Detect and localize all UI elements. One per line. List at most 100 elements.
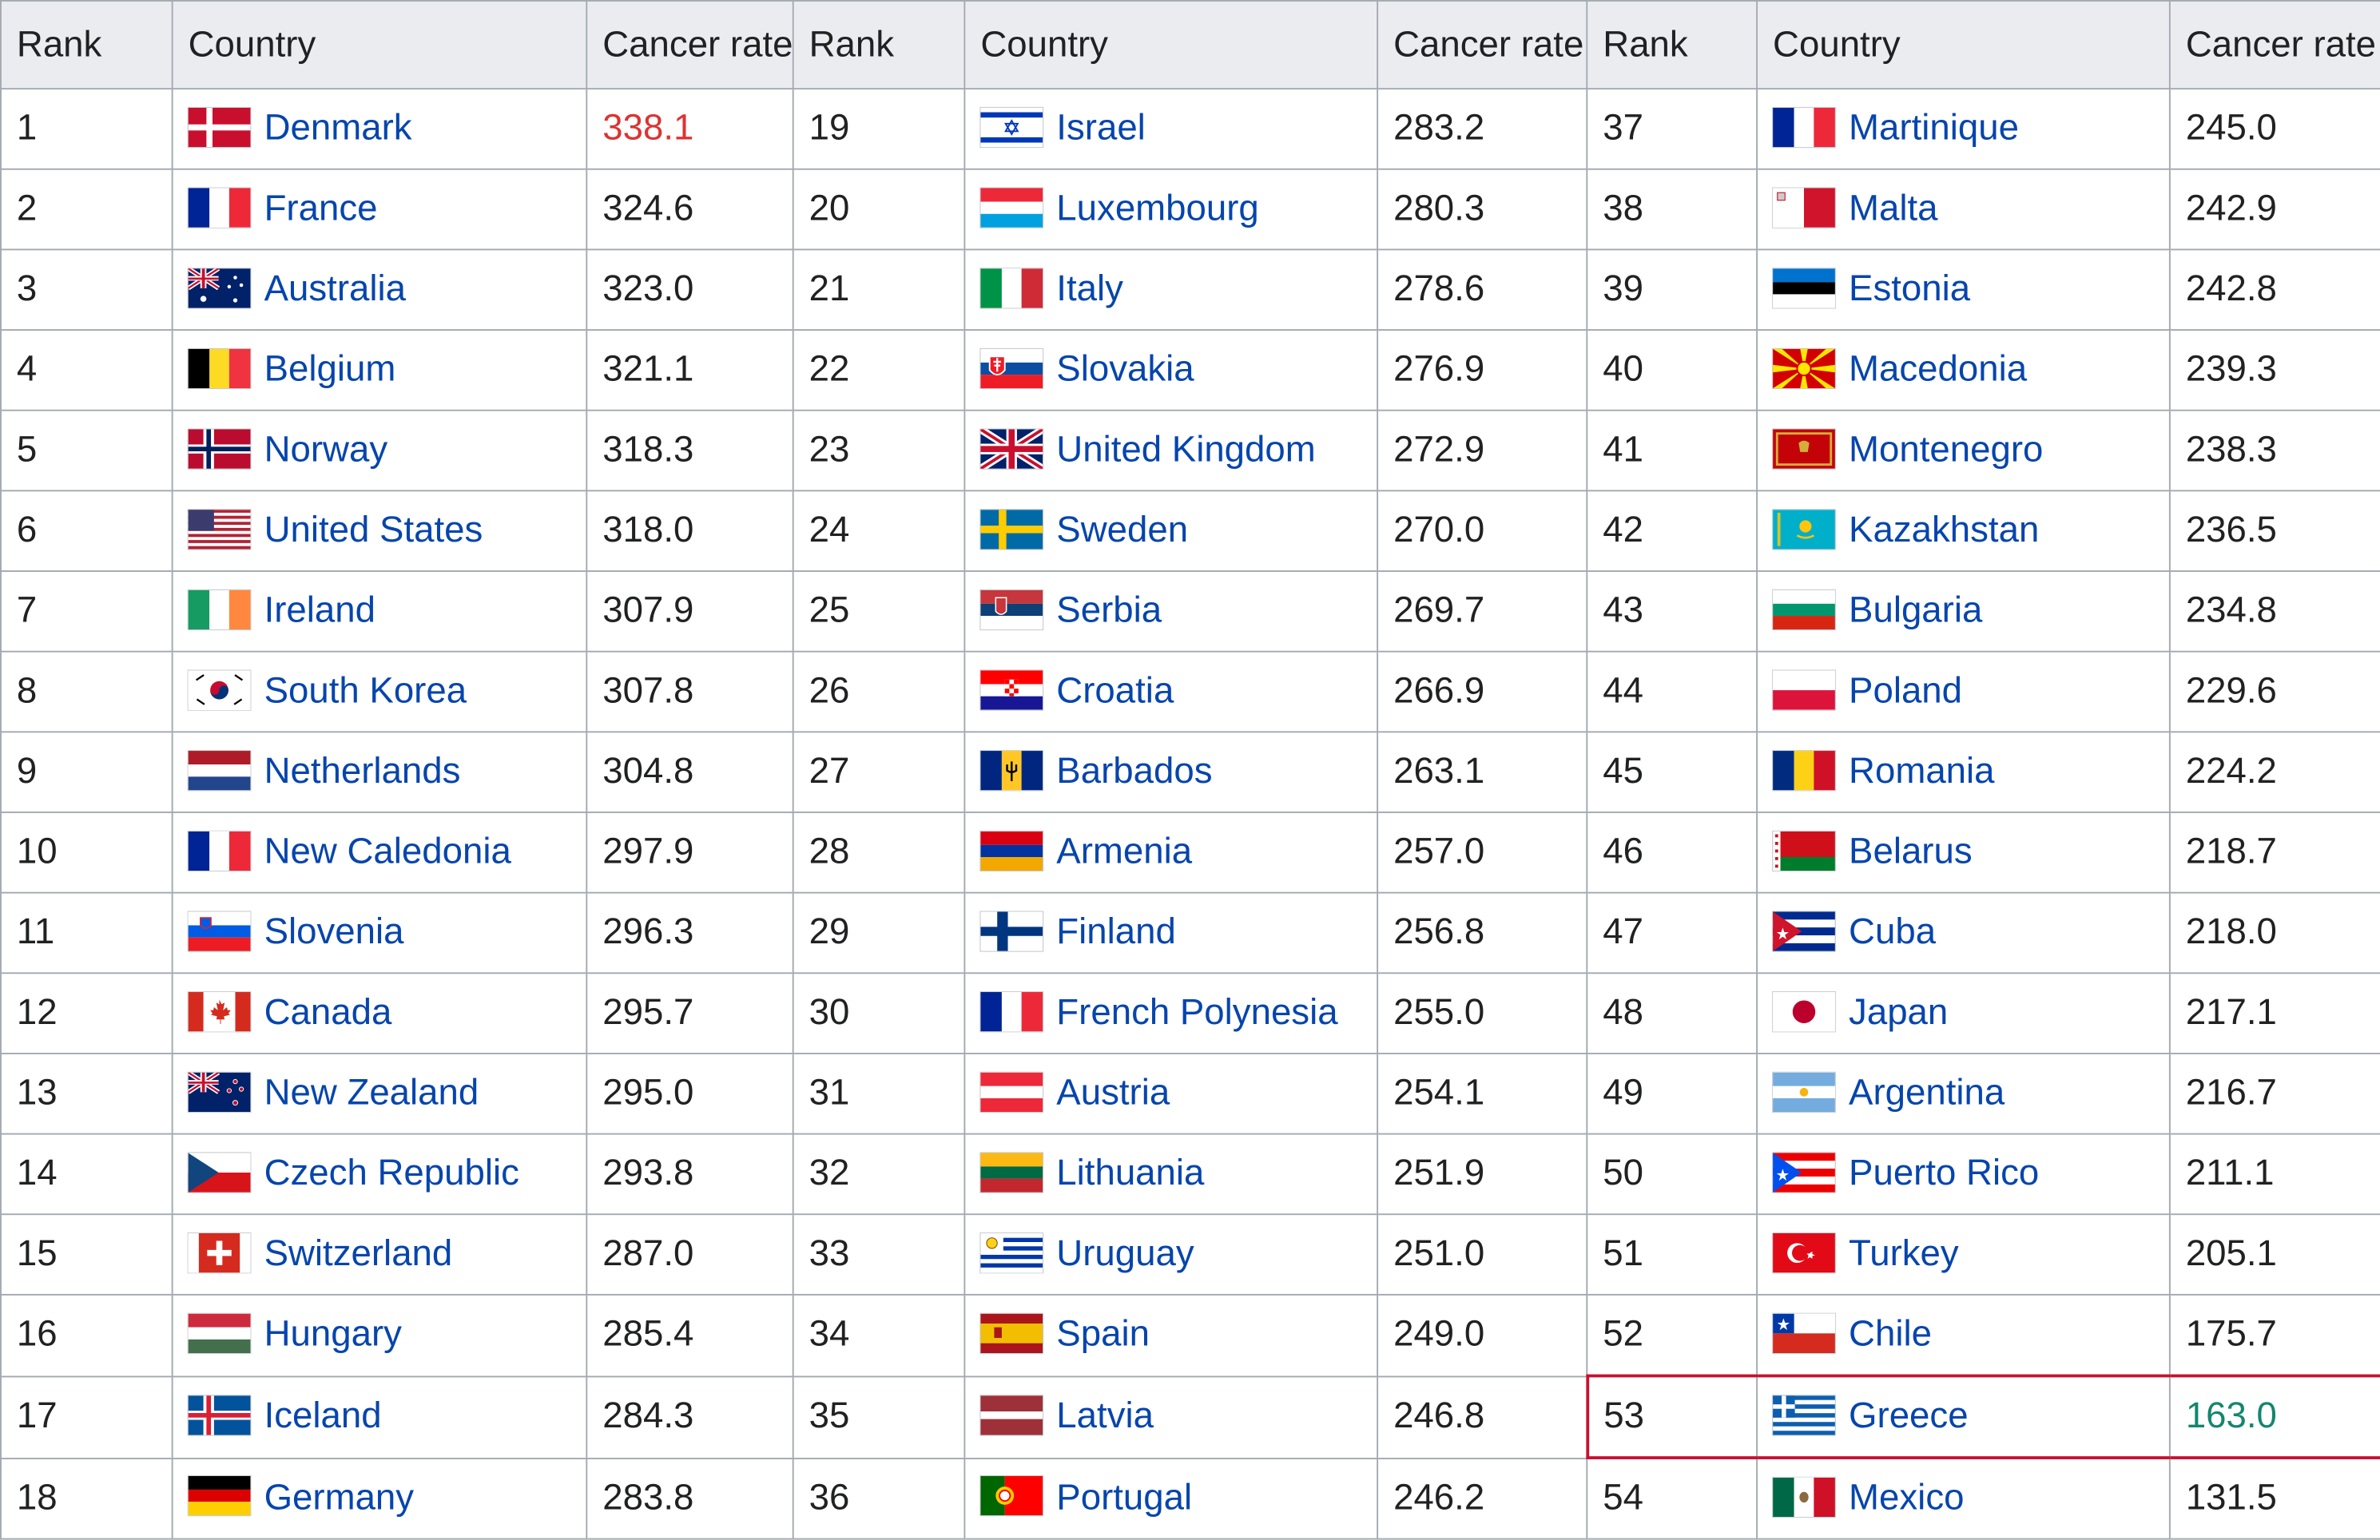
country-link[interactable]: Turkey (1849, 1233, 1959, 1274)
country-link[interactable]: Luxembourg (1056, 188, 1258, 228)
country-link[interactable]: Romania (1849, 751, 1994, 792)
iceland-flag-icon (188, 1395, 251, 1435)
rank-cell: 10 (0, 812, 173, 894)
country-link[interactable]: New Zealand (264, 1073, 479, 1113)
country-cell: Finland (964, 891, 1379, 974)
table-row: 16 Hungary 285.4 34 Spain 249.0 52 Chile 175.7 (0, 1293, 2380, 1377)
country-header[interactable]: Country (171, 0, 588, 90)
country-link[interactable]: Ireland (264, 590, 375, 631)
country-link[interactable]: Latvia (1056, 1395, 1154, 1436)
country-link[interactable]: Montenegro (1849, 429, 2043, 470)
country-link[interactable]: Armenia (1056, 832, 1192, 872)
rank-cell: 39 (1586, 248, 1758, 331)
country-link[interactable]: Switzerland (264, 1233, 453, 1274)
country-link[interactable]: Germany (264, 1477, 415, 1518)
germany-flag-icon (188, 1476, 251, 1516)
cancer-rate-cell: 278.6 (1377, 248, 1588, 331)
country-link[interactable]: United Kingdom (1056, 429, 1315, 470)
country-link[interactable]: Austria (1056, 1073, 1170, 1113)
country-header[interactable]: Country (964, 0, 1379, 90)
rank-header[interactable]: Rank (1586, 0, 1758, 90)
country-link[interactable]: Barbados (1056, 751, 1212, 792)
country-link[interactable]: Slovakia (1056, 349, 1194, 390)
table-row: 15 Switzerland 287.0 33 Uruguay 251.0 51 Turkey… (0, 1213, 2380, 1296)
country-cell: New Zealand (171, 1052, 588, 1135)
france-flag-icon (188, 187, 251, 228)
country-link[interactable]: Finland (1056, 911, 1176, 952)
country-link[interactable]: Portugal (1056, 1477, 1192, 1518)
cancer-rate-header[interactable]: Cancer rate (1377, 0, 1588, 90)
rank-cell: 5 (0, 409, 173, 492)
country-link[interactable]: Spain (1056, 1314, 1150, 1355)
country-link[interactable]: New Caledonia (264, 832, 511, 872)
country-link[interactable]: Italy (1056, 268, 1123, 309)
country-link[interactable]: Slovenia (264, 911, 404, 952)
cancer-rate-cell: 216.7 (2168, 1052, 2380, 1135)
rank-cell: 51 (1586, 1213, 1758, 1296)
rank-cell: 45 (1586, 731, 1758, 813)
canada-flag-icon (188, 991, 251, 1031)
country-link[interactable]: Cuba (1849, 911, 1936, 952)
country-link[interactable]: Israel (1056, 108, 1145, 149)
country-cell: Hungary (171, 1293, 588, 1377)
country-link[interactable]: Czech Republic (264, 1153, 519, 1193)
country-link[interactable]: Mexico (1849, 1478, 1964, 1518)
hungary-flag-icon (188, 1313, 251, 1353)
country-link[interactable]: Canada (264, 992, 392, 1033)
rank-cell: 27 (792, 731, 966, 813)
table-row: 1 Denmark 338.1 19 Israel 283.2 37 Martinique 24… (0, 88, 2380, 170)
country-link[interactable]: Belgium (264, 349, 396, 390)
rank-cell: 2 (0, 168, 173, 251)
rank-cell: 3 (0, 248, 173, 331)
country-link[interactable]: Chile (1849, 1314, 1932, 1355)
rank-cell: 7 (0, 570, 173, 653)
country-link[interactable]: France (264, 188, 378, 228)
cancer-rate-header[interactable]: Cancer rate (586, 0, 794, 90)
country-link[interactable]: Croatia (1056, 670, 1174, 711)
australia-flag-icon (188, 268, 251, 308)
rank-header[interactable]: Rank (0, 0, 173, 90)
cancer-rate-cell: 266.9 (1377, 650, 1588, 733)
country-link[interactable]: Belarus (1849, 832, 1973, 872)
country-link[interactable]: Macedonia (1849, 349, 2027, 390)
country-link[interactable]: Australia (264, 268, 406, 309)
country-link[interactable]: Iceland (264, 1395, 382, 1436)
country-cell: Poland (1756, 650, 2171, 733)
country-link[interactable]: Lithuania (1056, 1153, 1204, 1193)
country-link[interactable]: Japan (1849, 992, 1948, 1033)
puerto-rico-flag-icon (1773, 1152, 1835, 1193)
country-cell: Puerto Rico (1756, 1133, 2171, 1216)
country-link[interactable]: French Polynesia (1056, 992, 1337, 1033)
country-link[interactable]: Hungary (264, 1314, 402, 1355)
israel-flag-icon (980, 107, 1043, 147)
country-link[interactable]: Denmark (264, 108, 412, 149)
country-link[interactable]: Martinique (1849, 108, 2019, 149)
country-cell: Croatia (964, 650, 1379, 733)
country-link[interactable]: Malta (1849, 188, 1937, 228)
rank-cell: 46 (1586, 812, 1758, 894)
table-row: 2 France 324.6 20 Luxembourg 280.3 38 Malta 242.… (0, 168, 2380, 251)
country-link[interactable]: South Korea (264, 670, 467, 711)
cancer-rate-header[interactable]: Cancer rate (2168, 0, 2380, 90)
country-link[interactable]: Kazakhstan (1849, 510, 2039, 550)
rank-header[interactable]: Rank (792, 0, 966, 90)
country-header[interactable]: Country (1756, 0, 2171, 90)
cancer-rate-cell: 338.1 (586, 88, 794, 170)
country-link[interactable]: Serbia (1056, 590, 1162, 631)
italy-flag-icon (980, 268, 1043, 308)
rank-cell: 40 (1586, 329, 1758, 411)
country-link[interactable]: Bulgaria (1849, 590, 1982, 631)
country-link[interactable]: Puerto Rico (1849, 1153, 2039, 1193)
country-link[interactable]: Poland (1849, 670, 1962, 711)
romania-flag-icon (1773, 750, 1835, 790)
country-link[interactable]: Argentina (1849, 1073, 2005, 1113)
country-link[interactable]: Sweden (1056, 510, 1188, 550)
country-link[interactable]: Uruguay (1056, 1233, 1194, 1274)
kazakhstan-flag-icon (1773, 509, 1835, 549)
page: Rank Country Cancer rate Rank Country Ca… (0, 0, 2380, 1540)
country-link[interactable]: Estonia (1849, 268, 1970, 309)
country-link[interactable]: Netherlands (264, 751, 461, 792)
country-link[interactable]: Norway (264, 429, 388, 470)
country-link[interactable]: Greece (1849, 1395, 1969, 1436)
country-link[interactable]: United States (264, 510, 483, 550)
